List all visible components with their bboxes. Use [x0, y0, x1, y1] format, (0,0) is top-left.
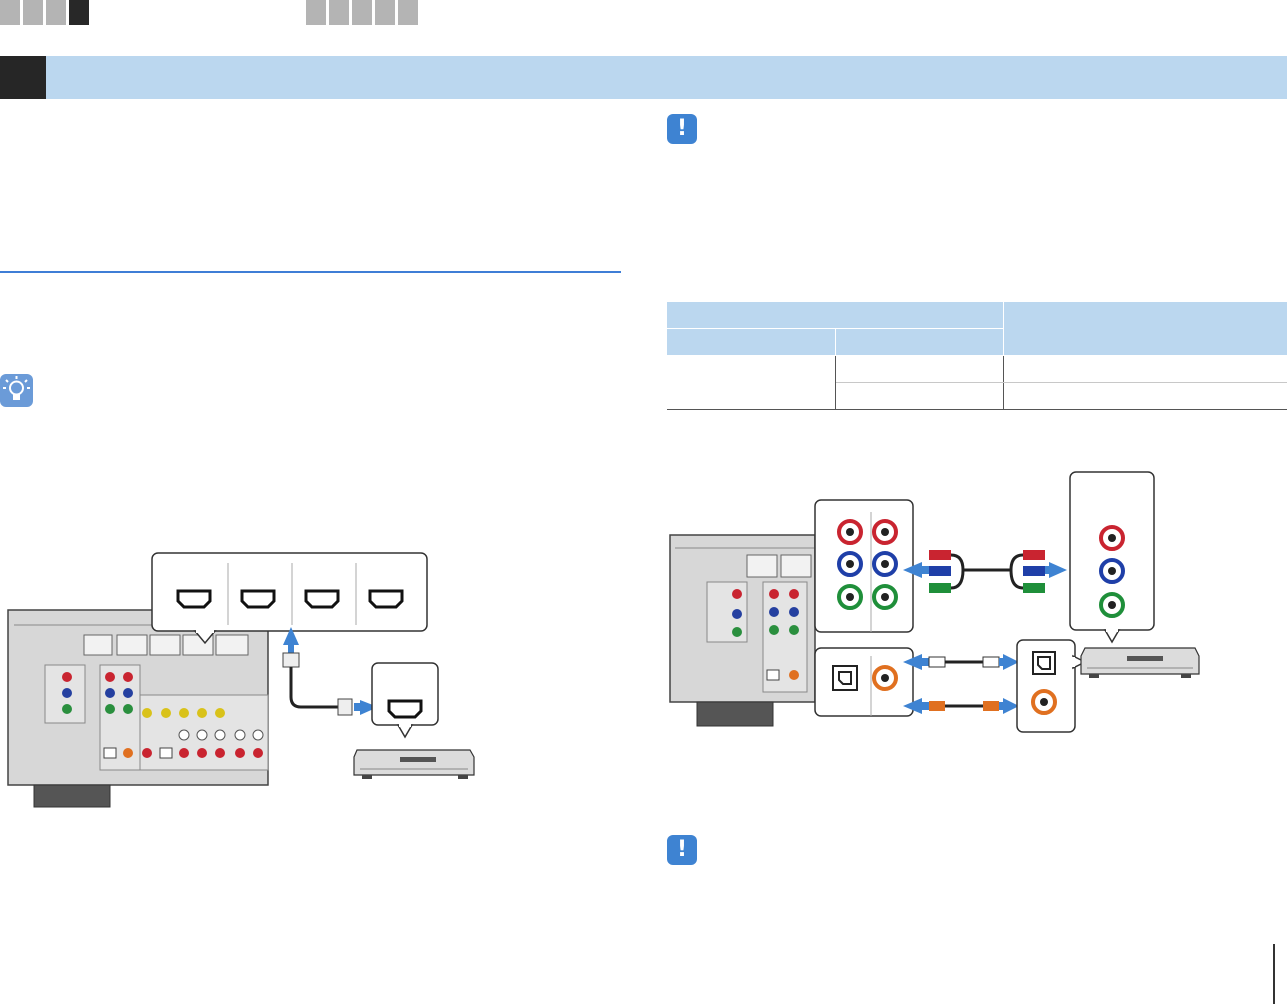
table-header-row [667, 302, 1287, 356]
chapter-tab[interactable] [352, 0, 372, 25]
disc-player-icon [353, 749, 475, 779]
optical-cable [928, 656, 1000, 668]
table-header-cell [835, 328, 1004, 356]
receiver-foot [696, 701, 774, 727]
audio-jack-callout [814, 647, 914, 717]
subsection-rule [0, 271, 621, 273]
chapter-tabs-left [0, 0, 89, 25]
hdmi-port-icon [387, 699, 423, 719]
table-cell [1003, 382, 1287, 410]
component-jack-callout [814, 499, 914, 633]
component-connection-diagram [669, 471, 1200, 733]
table-header-cell [667, 328, 836, 356]
page-edge-marker [1273, 944, 1275, 1004]
chapter-tab[interactable] [375, 0, 395, 25]
hdmi-connection-diagram [7, 552, 475, 808]
exclamation-icon: ! [667, 114, 697, 144]
chapter-tab[interactable] [23, 0, 43, 25]
exclamation-icon: ! [667, 835, 697, 865]
chapter-tab[interactable] [0, 0, 20, 25]
coaxial-cable [929, 701, 999, 711]
table-cell [1003, 355, 1287, 383]
section-header-bar [0, 56, 1287, 99]
table-row [667, 355, 1287, 410]
chapter-tab[interactable] [46, 0, 66, 25]
arrow-right-icon [999, 654, 1019, 670]
table-header-cell [1003, 302, 1287, 356]
chapter-tab-active[interactable] [69, 0, 89, 25]
spec-table [667, 302, 1287, 410]
chapter-tab[interactable] [329, 0, 349, 25]
section-number-block [0, 56, 46, 99]
disc-player-icon [1080, 647, 1200, 678]
chapter-tabs-right [306, 0, 418, 25]
table-cell [835, 382, 1004, 410]
table-header-cell [667, 302, 1004, 329]
table-cell [835, 355, 1004, 383]
arrow-right-icon [1045, 562, 1067, 578]
component-cable [929, 550, 1045, 593]
chapter-tab[interactable] [306, 0, 326, 25]
lightbulb-icon [0, 374, 33, 407]
table-cell [667, 355, 836, 410]
arrow-right-icon [999, 698, 1019, 714]
receiver-foot [33, 784, 111, 808]
chapter-tab[interactable] [398, 0, 418, 25]
